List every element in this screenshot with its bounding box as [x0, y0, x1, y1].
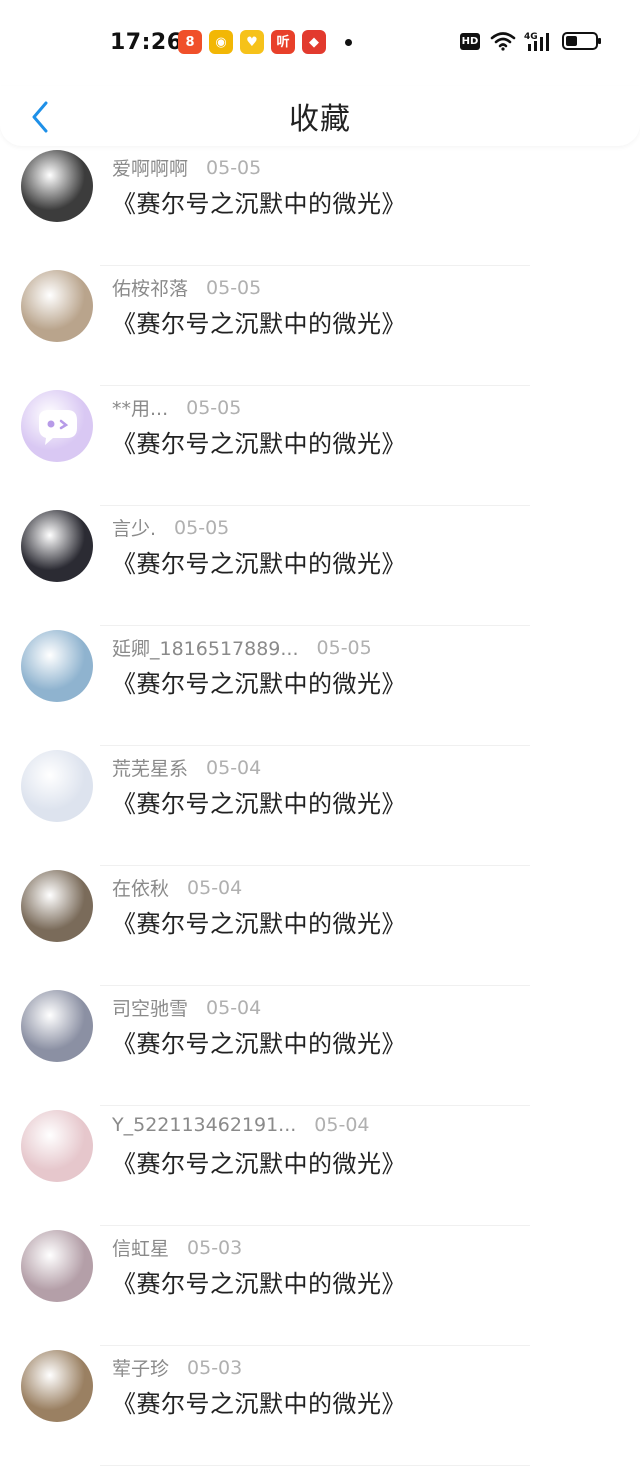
user-name[interactable]: 司空驰雪: [112, 994, 188, 1021]
item-meta: 荤子珍 05-03: [112, 1354, 242, 1381]
item-date: 05-05: [206, 276, 262, 299]
work-title[interactable]: 《赛尔号之沉默中的微光》: [112, 304, 406, 339]
ting-icon: 听: [271, 30, 295, 54]
user-name[interactable]: 荒芜星系: [112, 754, 188, 781]
avatar[interactable]: [21, 510, 93, 582]
item-date: 05-05: [186, 396, 242, 419]
list-item[interactable]: 言少. 05-05 《赛尔号之沉默中的微光》: [0, 506, 640, 626]
work-title[interactable]: 《赛尔号之沉默中的微光》: [112, 424, 406, 459]
item-date: 05-03: [187, 1236, 243, 1259]
user-name[interactable]: 延卿_1816517889...: [112, 634, 299, 661]
item-date: 05-04: [206, 996, 262, 1019]
list-item[interactable]: 司空驰雪 05-04 《赛尔号之沉默中的微光》: [0, 986, 640, 1106]
item-date: 05-03: [187, 1356, 243, 1379]
user-name[interactable]: 信虹星: [112, 1234, 169, 1261]
more-notifications-icon: [345, 38, 352, 46]
wifi-icon: [490, 32, 516, 51]
status-time: 17:26: [110, 30, 183, 55]
user-name[interactable]: **用...: [112, 394, 168, 421]
user-name[interactable]: 言少.: [112, 514, 156, 541]
item-date: 05-05: [316, 636, 372, 659]
avatar[interactable]: [21, 1110, 93, 1182]
item-meta: 司空驰雪 05-04: [112, 994, 261, 1021]
battery-icon: [562, 32, 601, 50]
user-name[interactable]: 爱啊啊啊: [112, 154, 188, 181]
item-date: 05-05: [174, 516, 230, 539]
notification-icons: 8 ◉ ♥ 听 ◆: [178, 30, 352, 54]
battery-level: [566, 36, 578, 46]
chat-bubble-icon: [39, 410, 77, 445]
signal-icon: 4G: [524, 32, 549, 51]
list-item[interactable]: 延卿_1816517889... 05-05 《赛尔号之沉默中的微光》: [0, 626, 640, 746]
work-title[interactable]: 《赛尔号之沉默中的微光》: [112, 1024, 406, 1059]
status-bar: 17:26 8 ◉ ♥ 听 ◆ HD 4G: [0, 0, 640, 86]
item-date: 05-04: [314, 1114, 370, 1136]
favorites-list: 爱啊啊啊 05-05 《赛尔号之沉默中的微光》 佑桉祁落 05-05 《赛尔号之沉默中的微…: [0, 146, 640, 1466]
work-title[interactable]: 《赛尔号之沉默中的微光》: [112, 1264, 406, 1299]
item-meta: 爱啊啊啊 05-05: [112, 154, 261, 181]
user-name[interactable]: 佑桉祁落: [112, 274, 188, 301]
work-title[interactable]: 《赛尔号之沉默中的微光》: [112, 544, 406, 579]
page-title: 收藏: [289, 102, 351, 137]
list-item[interactable]: 荤子珍 05-03 《赛尔号之沉默中的微光》: [0, 1346, 640, 1466]
work-title[interactable]: 《赛尔号之沉默中的微光》: [112, 784, 406, 819]
list-item[interactable]: 荒芜星系 05-04 《赛尔号之沉默中的微光》: [0, 746, 640, 866]
item-meta: 延卿_1816517889... 05-05: [112, 634, 372, 661]
item-meta: 佑桉祁落 05-05: [112, 274, 261, 301]
work-title[interactable]: 《赛尔号之沉默中的微光》: [112, 1144, 406, 1179]
weibo-icon: ◉: [209, 30, 233, 54]
item-date: 05-05: [206, 156, 262, 179]
item-meta: 言少. 05-05: [112, 514, 229, 541]
item-meta: 信虹星 05-03: [112, 1234, 242, 1261]
item-meta: Y_522113462191... 05-04: [112, 1114, 370, 1136]
item-date: 05-04: [206, 756, 262, 779]
avatar[interactable]: [21, 390, 93, 462]
app-icon-3: ♥: [240, 30, 264, 54]
avatar[interactable]: [21, 270, 93, 342]
item-meta: 在依秋 05-04: [112, 874, 242, 901]
list-item[interactable]: 信虹星 05-03 《赛尔号之沉默中的微光》: [0, 1226, 640, 1346]
work-title[interactable]: 《赛尔号之沉默中的微光》: [112, 664, 406, 699]
system-icons: HD 4G: [460, 30, 601, 52]
avatar[interactable]: [21, 870, 93, 942]
network-type-label: 4G: [524, 32, 538, 42]
avatar[interactable]: [21, 630, 93, 702]
avatar[interactable]: [21, 990, 93, 1062]
hd-icon: HD: [460, 32, 480, 50]
user-name[interactable]: 荤子珍: [112, 1354, 169, 1381]
app-icon-5: ◆: [302, 30, 326, 54]
list-item[interactable]: 爱啊啊啊 05-05 《赛尔号之沉默中的微光》: [0, 146, 640, 266]
list-item[interactable]: 在依秋 05-04 《赛尔号之沉默中的微光》: [0, 866, 640, 986]
user-name[interactable]: 在依秋: [112, 874, 169, 901]
user-name[interactable]: Y_522113462191...: [112, 1114, 296, 1136]
item-meta: **用... 05-05: [112, 394, 241, 421]
work-title[interactable]: 《赛尔号之沉默中的微光》: [112, 1384, 406, 1419]
app-icon-1: 8: [178, 30, 202, 54]
list-item[interactable]: Y_522113462191... 05-04 《赛尔号之沉默中的微光》: [0, 1106, 640, 1226]
avatar[interactable]: [21, 750, 93, 822]
avatar[interactable]: [21, 150, 93, 222]
list-item[interactable]: **用... 05-05 《赛尔号之沉默中的微光》: [0, 386, 640, 506]
work-title[interactable]: 《赛尔号之沉默中的微光》: [112, 184, 406, 219]
list-item[interactable]: 佑桉祁落 05-05 《赛尔号之沉默中的微光》: [0, 266, 640, 386]
nav-bar: 收藏: [0, 86, 640, 146]
avatar[interactable]: [21, 1230, 93, 1302]
item-date: 05-04: [187, 876, 243, 899]
work-title[interactable]: 《赛尔号之沉默中的微光》: [112, 904, 406, 939]
item-meta: 荒芜星系 05-04: [112, 754, 261, 781]
avatar[interactable]: [21, 1350, 93, 1422]
